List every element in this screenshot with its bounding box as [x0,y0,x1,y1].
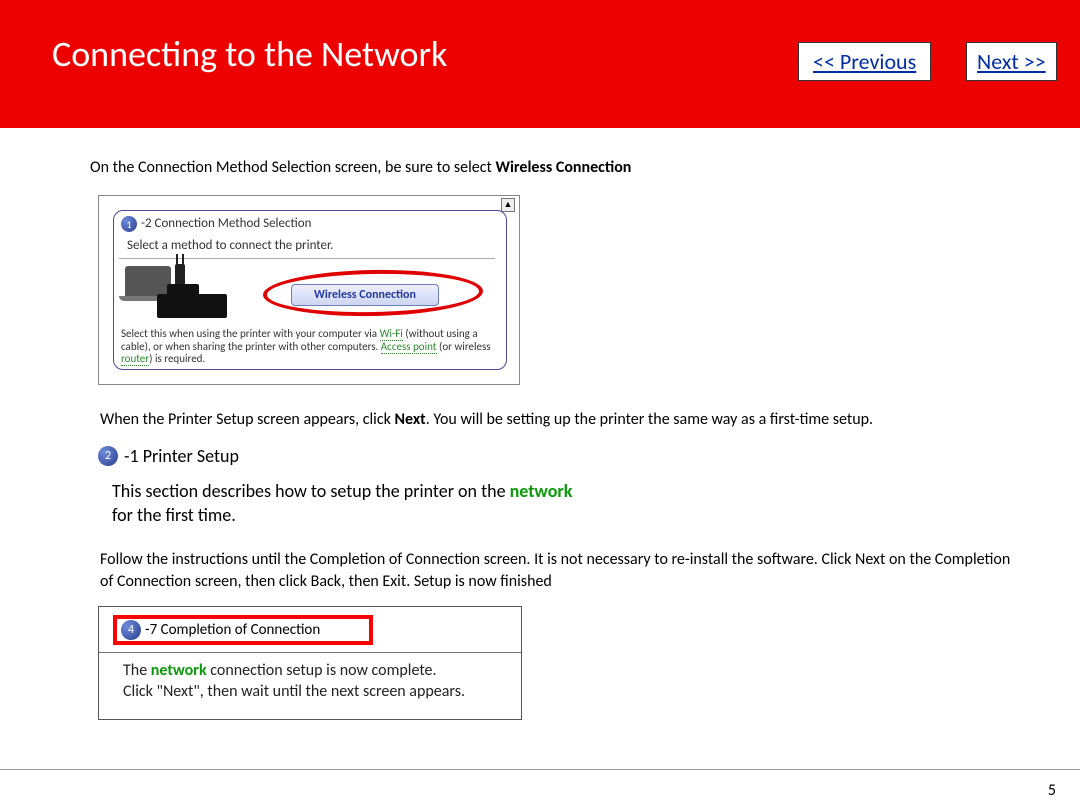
para2-bold: Next [394,410,425,429]
step-4-title: -7 Completion of Connection [145,621,320,639]
shot3-b1a: The [123,661,151,680]
desc-p4: ) is required. [149,352,205,365]
ps-body2: for the first time. [112,504,236,526]
router-term: router [121,352,149,366]
desc-p3: (or wireless [437,340,491,353]
step-1-badge-icon: 1 [121,216,137,232]
previous-link[interactable]: << Previous [798,42,931,81]
highlight-rect-icon: 4 -7 Completion of Connection [113,615,373,645]
wireless-connection-label: Wireless Connection [291,284,439,306]
shot3-green: network [151,661,207,680]
scroll-up-icon: ▲ [501,198,515,212]
access-point-term: Access point [381,340,437,354]
completion-body: The network connection setup is now comp… [99,653,521,702]
para2-p1: When the Printer Setup screen appears, c… [100,410,394,429]
printer-setup-body: This section describes how to setup the … [112,479,1028,528]
step-2-badge-icon: 2 [98,446,118,466]
ps-green: network [510,480,573,502]
printer-setup-header: 2 -1 Printer Setup [98,445,1028,467]
completion-instruction: Follow the instructions until the Comple… [100,549,1022,592]
ps-body1: This section describes how to setup the … [112,480,510,502]
printer-setup-instruction: When the Printer Setup screen appears, c… [100,409,1022,431]
printer-setup-screenshot: 2 -1 Printer Setup This section describe… [98,445,1028,528]
page-title: Connecting to the Network [52,32,447,76]
connection-method-screenshot: ▲ 1 -2 Connection Method Selection Selec… [98,195,520,385]
shot3-b2: Click "Next", then wait until the next s… [123,682,465,701]
intro-prefix: On the Connection Method Selection scree… [90,158,495,177]
intro-text: On the Connection Method Selection scree… [90,158,1028,177]
step-1-description: Select this when using the printer with … [121,328,501,366]
desc-p1: Select this when using the printer with … [121,327,380,340]
step-1-subtitle: Select a method to connect the printer. [127,238,333,253]
devices-icon [121,264,237,320]
para2-p2: . You will be setting up the printer the… [426,410,873,429]
completion-screenshot: 4 -7 Completion of Connection The networ… [98,606,522,720]
page-number: 5 [1048,781,1056,800]
footer-divider [0,769,1080,770]
wifi-term: Wi-Fi [380,327,403,341]
shot3-b1b: connection setup is now complete. [207,661,437,680]
content-area: On the Connection Method Selection scree… [0,128,1080,720]
printer-icon [157,294,227,318]
completion-header-row: 4 -7 Completion of Connection [99,607,521,653]
wireless-connection-button[interactable]: Wireless Connection [291,284,439,306]
next-link[interactable]: Next >> [966,42,1057,81]
step-2-title: -1 Printer Setup [124,445,239,467]
laptop-icon [125,266,171,296]
header-bar: Connecting to the Network << Previous Ne… [0,0,1080,128]
intro-bold: Wireless Connection [495,158,631,177]
step-1-title: -2 Connection Method Selection [141,216,311,231]
step-4-badge-icon: 4 [121,620,141,640]
